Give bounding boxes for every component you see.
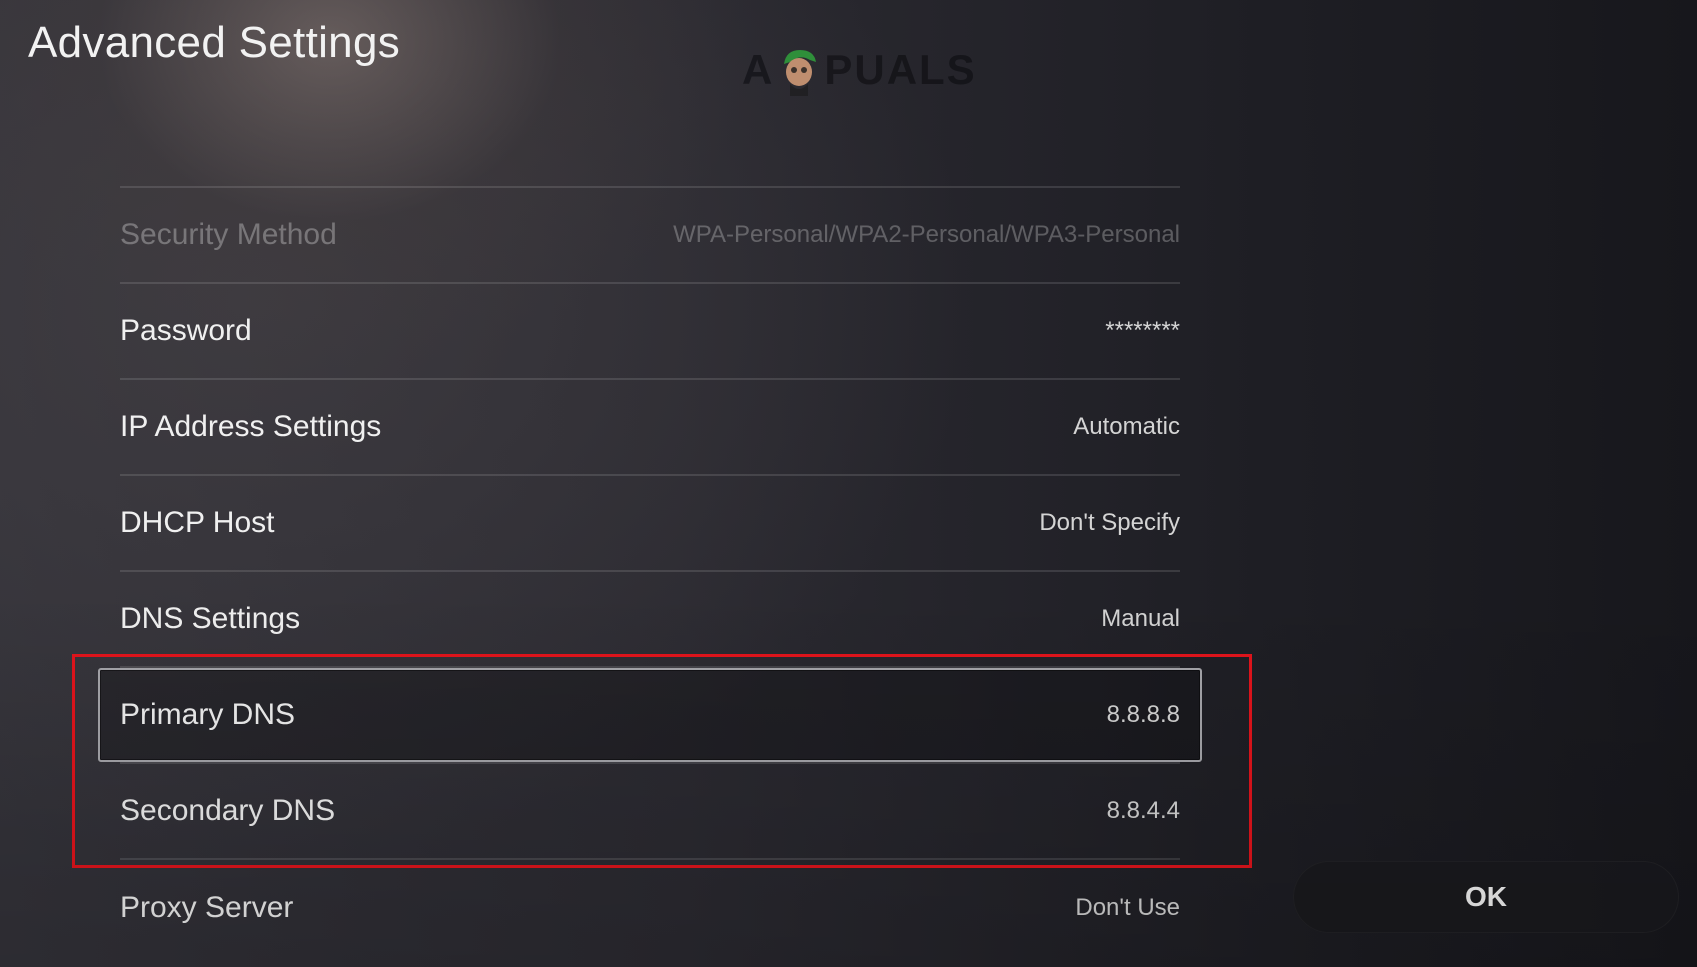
setting-value: WPA-Personal/WPA2-Personal/WPA3-Personal	[673, 221, 1180, 248]
setting-value: 8.8.8.8	[1106, 701, 1180, 728]
advanced-settings-screen: Advanced Settings A PUALS Security Metho…	[0, 0, 1697, 967]
setting-dhcp-host[interactable]: DHCP Host Don't Specify	[120, 476, 1180, 572]
setting-security-method: Security Method WPA-Personal/WPA2-Person…	[120, 188, 1180, 284]
setting-label: Password	[120, 314, 252, 347]
ok-button[interactable]: OK	[1293, 861, 1679, 933]
settings-list: Security Method WPA-Personal/WPA2-Person…	[98, 186, 1202, 956]
setting-label: IP Address Settings	[120, 410, 382, 443]
setting-value: Don't Specify	[1039, 509, 1180, 536]
setting-secondary-dns[interactable]: Secondary DNS 8.8.4.4	[120, 764, 1180, 860]
page-title: Advanced Settings	[28, 18, 401, 67]
mascot-icon	[784, 50, 817, 96]
setting-label: Secondary DNS	[120, 794, 336, 827]
watermark-suffix: PUALS	[824, 46, 977, 93]
setting-value: ********	[1105, 317, 1180, 344]
setting-password[interactable]: Password ********	[120, 284, 1180, 380]
setting-proxy-server[interactable]: Proxy Server Don't Use	[120, 860, 1180, 956]
setting-label: DHCP Host	[120, 506, 275, 539]
setting-primary-dns[interactable]: Primary DNS 8.8.8.8	[98, 668, 1202, 764]
setting-label: Proxy Server	[120, 891, 294, 924]
setting-value: Manual	[1101, 605, 1180, 632]
setting-label: Security Method	[120, 218, 337, 251]
appuals-watermark: A PUALS	[742, 44, 977, 96]
setting-value: 8.8.4.4	[1106, 797, 1180, 824]
watermark-prefix: A	[742, 46, 775, 93]
setting-ip-address-settings[interactable]: IP Address Settings Automatic	[120, 380, 1180, 476]
setting-label: Primary DNS	[120, 698, 296, 731]
setting-value: Don't Use	[1075, 894, 1180, 921]
setting-dns-settings[interactable]: DNS Settings Manual	[120, 572, 1180, 668]
setting-value: Automatic	[1073, 413, 1180, 440]
setting-label: DNS Settings	[120, 602, 301, 635]
